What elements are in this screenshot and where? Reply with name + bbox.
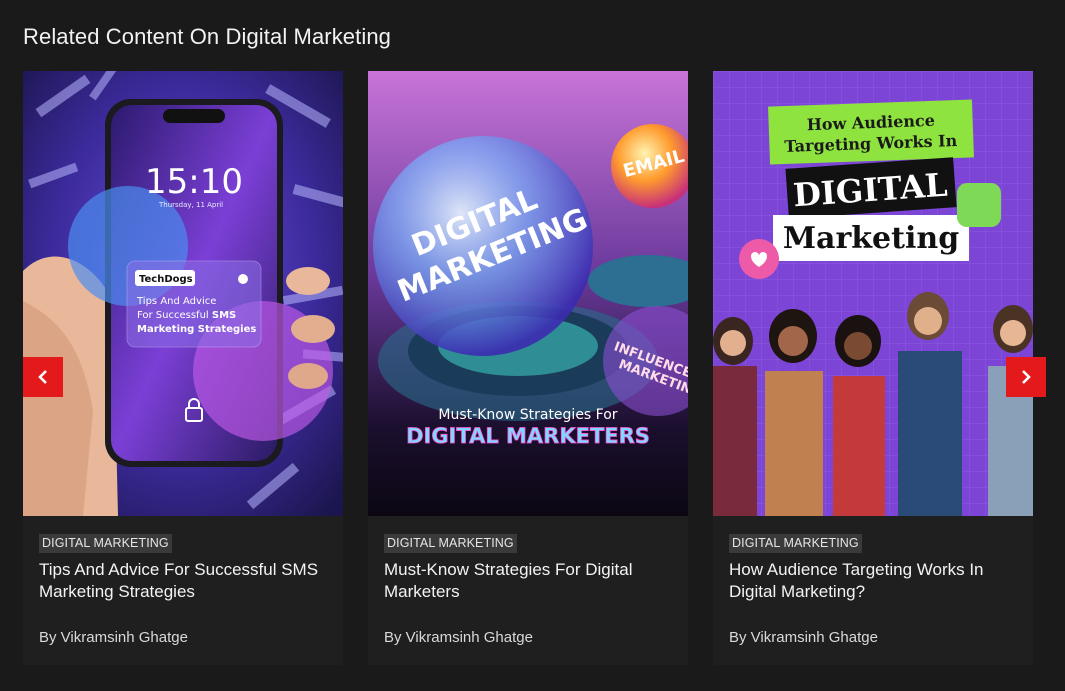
content-card[interactable]: How Audience Targeting Works In DIGITAL … xyxy=(713,71,1033,665)
content-card[interactable]: 15:10 Thursday, 11 April TechDogs Tips A… xyxy=(23,71,343,665)
svg-text:DIGITAL MARKETERS: DIGITAL MARKETERS xyxy=(406,424,650,448)
card-thumbnail[interactable]: 15:10 Thursday, 11 April TechDogs Tips A… xyxy=(23,71,343,516)
card-thumbnail[interactable]: How Audience Targeting Works In DIGITAL … xyxy=(713,71,1033,516)
card-body: DIGITAL MARKETING Tips And Advice For Su… xyxy=(23,516,343,665)
svg-text:Marketing Strategies: Marketing Strategies xyxy=(137,324,256,335)
card-author: By Vikramsinh Ghatge xyxy=(384,629,533,646)
card-title[interactable]: Must-Know Strategies For Digital Markete… xyxy=(384,559,674,603)
card-author: By Vikramsinh Ghatge xyxy=(39,629,188,646)
section-title: Related Content On Digital Marketing xyxy=(23,24,392,49)
card-author: By Vikramsinh Ghatge xyxy=(729,629,878,646)
svg-text:Must-Know Strategies For: Must-Know Strategies For xyxy=(438,407,617,423)
svg-text:For Successful SMS: For Successful SMS xyxy=(137,310,236,321)
category-tag[interactable]: DIGITAL MARKETING xyxy=(729,534,862,553)
audience-targeting-illustration: How Audience Targeting Works In DIGITAL … xyxy=(713,71,1033,516)
svg-text:Thursday, 11 April: Thursday, 11 April xyxy=(158,201,223,209)
svg-text:Tips And Advice: Tips And Advice xyxy=(136,296,216,307)
sms-phone-illustration: 15:10 Thursday, 11 April TechDogs Tips A… xyxy=(23,71,343,516)
category-tag[interactable]: DIGITAL MARKETING xyxy=(384,534,517,553)
content-card[interactable]: DIGITAL MARKETING EMAIL INFLUENCE MARKET… xyxy=(368,71,688,665)
svg-text:15:10: 15:10 xyxy=(145,162,243,202)
card-body: DIGITAL MARKETING Must-Know Strategies F… xyxy=(368,516,688,665)
card-thumbnail[interactable]: DIGITAL MARKETING EMAIL INFLUENCE MARKET… xyxy=(368,71,688,516)
carousel-track: 15:10 Thursday, 11 April TechDogs Tips A… xyxy=(23,71,1065,671)
carousel-next-button[interactable] xyxy=(1006,357,1046,397)
chevron-right-icon xyxy=(1022,370,1031,384)
svg-text:TechDogs: TechDogs xyxy=(139,274,193,285)
related-content-section: Related Content On Digital Marketing 15:… xyxy=(0,0,1065,691)
category-tag[interactable]: DIGITAL MARKETING xyxy=(39,534,172,553)
carousel-prev-button[interactable] xyxy=(23,357,63,397)
card-title[interactable]: Tips And Advice For Successful SMS Marke… xyxy=(39,559,329,603)
digital-marketing-orb-illustration: DIGITAL MARKETING EMAIL INFLUENCE MARKET… xyxy=(368,71,688,516)
svg-text:Marketing: Marketing xyxy=(783,221,959,256)
chevron-left-icon xyxy=(38,370,47,384)
card-title[interactable]: How Audience Targeting Works In Digital … xyxy=(729,559,1019,603)
card-body: DIGITAL MARKETING How Audience Targeting… xyxy=(713,516,1033,665)
